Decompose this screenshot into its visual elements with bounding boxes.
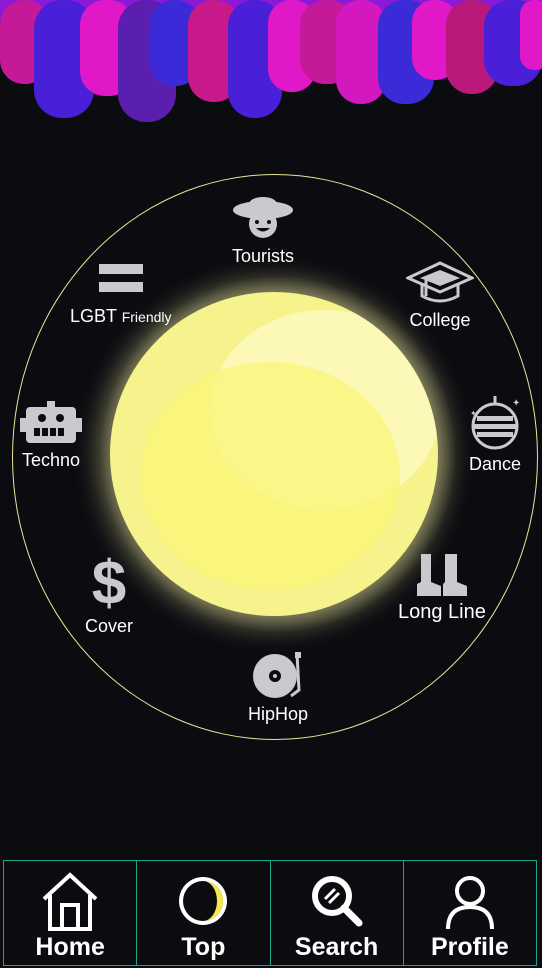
app-screen: Tourists College LGBT Friendly Techno ✦ … bbox=[0, 0, 542, 968]
dollar-icon: $ bbox=[92, 550, 126, 612]
bottom-nav: Home Top Search Profile bbox=[3, 860, 537, 966]
drip-banner bbox=[0, 0, 542, 122]
svg-text:✦: ✦ bbox=[512, 398, 520, 409]
category-techno[interactable]: Techno bbox=[20, 400, 82, 470]
boots-icon bbox=[416, 554, 467, 596]
category-label: Tourists bbox=[231, 246, 294, 266]
svg-text:$: $ bbox=[92, 550, 126, 612]
center-moon[interactable] bbox=[110, 292, 438, 616]
nav-home-label: Home bbox=[35, 933, 105, 961]
category-college[interactable]: College bbox=[406, 260, 474, 330]
category-label: Long Line bbox=[398, 601, 486, 623]
category-lgbt-friendly[interactable]: LGBT Friendly bbox=[70, 260, 172, 327]
nav-top[interactable]: Top bbox=[137, 861, 271, 965]
nav-home[interactable]: Home bbox=[4, 861, 138, 965]
nav-top-label: Top bbox=[181, 933, 226, 961]
category-tourists[interactable]: Tourists bbox=[230, 196, 296, 266]
equals-icon bbox=[98, 264, 143, 292]
category-long-line[interactable]: Long Line bbox=[398, 552, 486, 622]
tourist-face-icon bbox=[233, 197, 293, 238]
nav-search-label: Search bbox=[294, 933, 379, 961]
category-label: LGBT bbox=[70, 306, 117, 326]
turntable-icon bbox=[253, 652, 302, 698]
category-label: College bbox=[409, 310, 471, 330]
category-wheel: Tourists College LGBT Friendly Techno ✦ … bbox=[12, 174, 538, 740]
graduation-cap-icon bbox=[406, 261, 474, 303]
robot-icon bbox=[20, 401, 82, 443]
person-icon bbox=[445, 876, 494, 930]
moon-icon bbox=[179, 877, 228, 925]
nav-profile-label: Profile bbox=[430, 933, 509, 961]
category-label: Dance bbox=[468, 454, 522, 474]
category-hiphop[interactable]: HipHop bbox=[248, 650, 308, 724]
category-dance[interactable]: ✦ ✦ Dance bbox=[468, 396, 522, 474]
nav-search[interactable]: Search bbox=[271, 861, 404, 965]
category-label: HipHop bbox=[248, 704, 309, 724]
category-cover[interactable]: $ Cover bbox=[84, 550, 134, 636]
house-icon bbox=[42, 872, 98, 931]
magnifier-icon bbox=[311, 876, 363, 927]
category-sublabel: Friendly bbox=[121, 309, 172, 325]
svg-text:✦: ✦ bbox=[470, 409, 477, 418]
nav-profile[interactable]: Profile bbox=[404, 861, 536, 965]
category-label: Techno bbox=[21, 450, 81, 470]
disco-ball-icon: ✦ ✦ bbox=[470, 396, 520, 450]
category-label: Cover bbox=[84, 616, 133, 636]
